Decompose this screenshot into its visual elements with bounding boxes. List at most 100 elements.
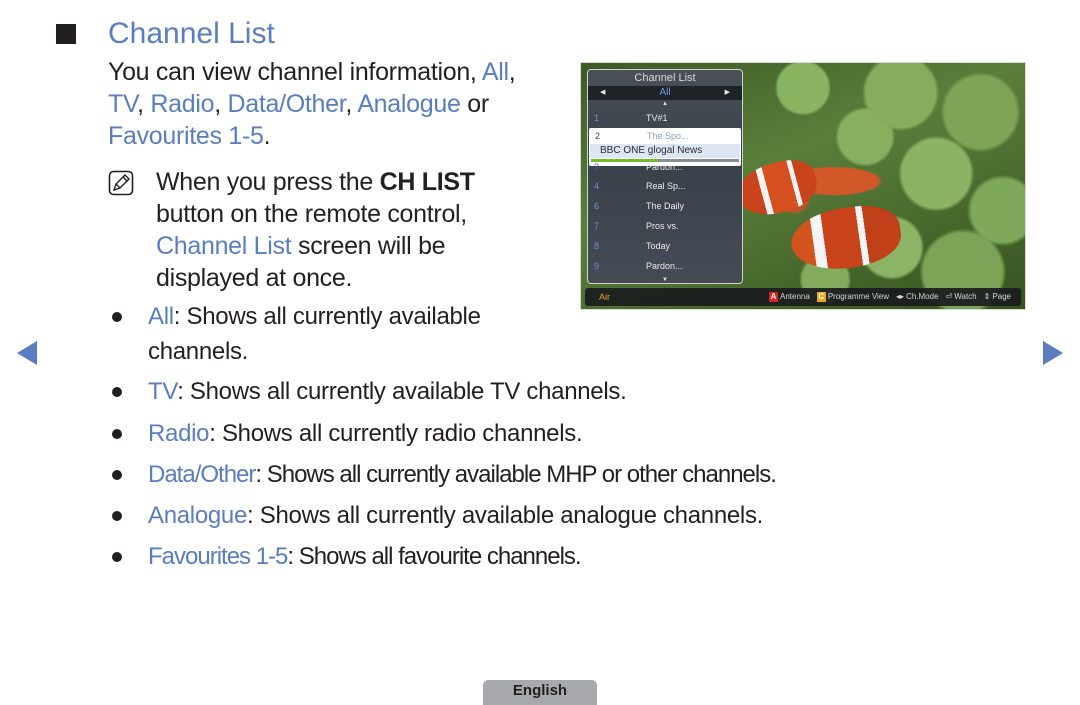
tv-screenshot: Channel List ◀ All ▶ ▲ 1 TV#1 2 The Spo.… xyxy=(580,62,1026,310)
channel-row[interactable]: 8 Today xyxy=(588,236,742,256)
source-label: Air xyxy=(599,292,610,302)
separator: or xyxy=(460,90,489,118)
separator: , xyxy=(345,90,358,118)
channel-number: 2 xyxy=(595,131,601,141)
channel-row-selected[interactable]: 2 The Spo... BBC ONE glogal News xyxy=(589,128,741,166)
bullet-content: TV: Shows all currently available TV cha… xyxy=(148,374,627,409)
page-title: Channel List xyxy=(108,17,275,50)
note-text: When you press the CH LIST button on the… xyxy=(156,166,546,294)
bullet-term: Data/Other xyxy=(148,461,256,488)
channel-number: 9 xyxy=(594,261,600,271)
hint-label: Antenna xyxy=(780,292,810,301)
channel-number: 7 xyxy=(594,221,600,231)
channel-tab-selector[interactable]: ◀ All ▶ xyxy=(588,86,742,100)
ch-list-key: CH LIST xyxy=(379,168,475,196)
intro-link-analogue: Analogue xyxy=(357,90,461,118)
separator: . xyxy=(263,122,271,150)
channel-row[interactable]: 1 TV#1 xyxy=(588,108,742,128)
language-tab[interactable]: English xyxy=(483,680,597,705)
separator: , xyxy=(508,58,516,86)
yellow-key-c-icon: C xyxy=(816,292,826,302)
bullet-icon xyxy=(112,511,122,521)
red-key-a-icon: A xyxy=(769,292,778,302)
channel-list-panel: Channel List ◀ All ▶ ▲ 1 TV#1 2 The Spo.… xyxy=(587,69,743,284)
hint-label: Page xyxy=(992,292,1011,301)
clownfish-image xyxy=(731,153,823,223)
bullet-content: Data/Other: Shows all currently availabl… xyxy=(148,457,777,492)
note-link-channel-list: Channel List xyxy=(156,232,292,260)
bullet-term: Radio xyxy=(148,420,210,447)
channel-name: Real Sp... xyxy=(646,181,686,191)
bullet-icon xyxy=(112,470,122,480)
intro-paragraph: You can view channel information, All, T… xyxy=(108,56,548,152)
channel-number: 4 xyxy=(594,181,600,191)
intro-link-data-other: Data/Other xyxy=(227,90,346,118)
bullet-icon xyxy=(112,429,122,439)
hint-label: Programme View xyxy=(827,292,890,301)
channel-name: The Spo... xyxy=(647,131,689,141)
bullet-desc: : Shows all currently available analogue… xyxy=(247,502,764,529)
bullet-term: All xyxy=(148,303,174,330)
bullet-desc: : Shows all favourite channels. xyxy=(287,543,581,570)
note-text-middle: button on the remote control, xyxy=(156,200,467,228)
channel-name: Pardon... xyxy=(646,162,683,172)
channel-number: 1 xyxy=(594,113,600,123)
hint-label: Watch xyxy=(954,292,977,301)
intro-text: You can view channel information, xyxy=(108,58,482,86)
bullet-content: All: Shows all currently available chann… xyxy=(148,299,528,369)
note-text-before: When you press the xyxy=(156,168,380,196)
next-page-button[interactable] xyxy=(1043,341,1063,365)
tab-next-icon[interactable]: ▶ xyxy=(725,86,730,100)
button-hints: A Antenna C Programme View ◂▸ Ch.Mode ⏎ … xyxy=(769,288,1011,306)
channel-list-title: Channel List xyxy=(634,72,696,84)
channel-row[interactable]: 4 Real Sp... xyxy=(588,176,742,196)
scroll-up-icon[interactable]: ▲ xyxy=(588,100,742,108)
channel-number: 3 xyxy=(594,162,600,172)
bullet-term: Favourites 1-5 xyxy=(148,543,288,570)
bullet-content: Radio: Shows all currently radio channel… xyxy=(148,416,583,451)
left-right-arrows-icon: ◂▸ xyxy=(896,292,905,301)
hint-ch-mode[interactable]: ◂▸ Ch.Mode xyxy=(896,288,939,306)
bullet-icon xyxy=(112,552,122,562)
bullet-icon xyxy=(112,387,122,397)
channel-name: TV#1 xyxy=(646,113,668,123)
channel-name: Pardon... xyxy=(646,261,683,271)
current-tab: All xyxy=(659,87,671,98)
clownfish-image xyxy=(787,200,905,276)
intro-link-favourites: Favourites 1-5 xyxy=(108,122,264,150)
separator: , xyxy=(137,90,151,118)
current-program: BBC ONE glogal News xyxy=(590,144,740,158)
hint-antenna[interactable]: A Antenna xyxy=(769,288,810,306)
bullet-icon xyxy=(112,312,122,322)
bullet-desc: : Shows all currently available TV chann… xyxy=(177,378,627,405)
intro-link-all: All xyxy=(481,58,509,86)
bullet-content: Analogue: Shows all currently available … xyxy=(148,498,763,533)
bullet-desc: : Shows all currently available MHP or o… xyxy=(255,461,776,488)
bullet-desc: : Shows all currently available channels… xyxy=(148,303,481,365)
scroll-down-icon[interactable]: ▼ xyxy=(588,276,742,284)
enter-icon: ⏎ xyxy=(945,292,953,301)
hint-page[interactable]: ⇕ Page xyxy=(984,288,1011,306)
hint-label: Ch.Mode xyxy=(906,292,939,301)
note-icon xyxy=(108,170,134,196)
up-down-arrows-icon: ⇕ xyxy=(983,292,991,301)
section-marker-icon xyxy=(56,24,76,44)
previous-page-button[interactable] xyxy=(17,341,37,365)
separator: , xyxy=(214,90,228,118)
channel-name: Today xyxy=(646,241,671,251)
channel-name: Pros vs. xyxy=(646,221,679,231)
bullet-desc: : Shows all currently radio channels. xyxy=(209,420,583,447)
channel-row[interactable]: 3 Pardon... xyxy=(588,162,742,176)
channel-number: 6 xyxy=(594,201,600,211)
hint-programme-view[interactable]: C Programme View xyxy=(816,288,890,306)
channel-row[interactable]: 6 The Daily xyxy=(588,196,742,216)
hint-watch[interactable]: ⏎ Watch xyxy=(946,288,977,306)
tab-prev-icon[interactable]: ◀ xyxy=(600,86,605,100)
intro-link-tv: TV xyxy=(108,90,138,118)
channel-name: The Daily xyxy=(646,201,685,211)
bullet-term: Analogue xyxy=(148,502,248,529)
channel-row[interactable]: 9 Pardon... xyxy=(588,256,742,276)
channel-number: 8 xyxy=(594,241,600,251)
channel-row[interactable]: 7 Pros vs. xyxy=(588,216,742,236)
bullet-content: Favourites 1-5: Shows all favourite chan… xyxy=(148,539,582,574)
